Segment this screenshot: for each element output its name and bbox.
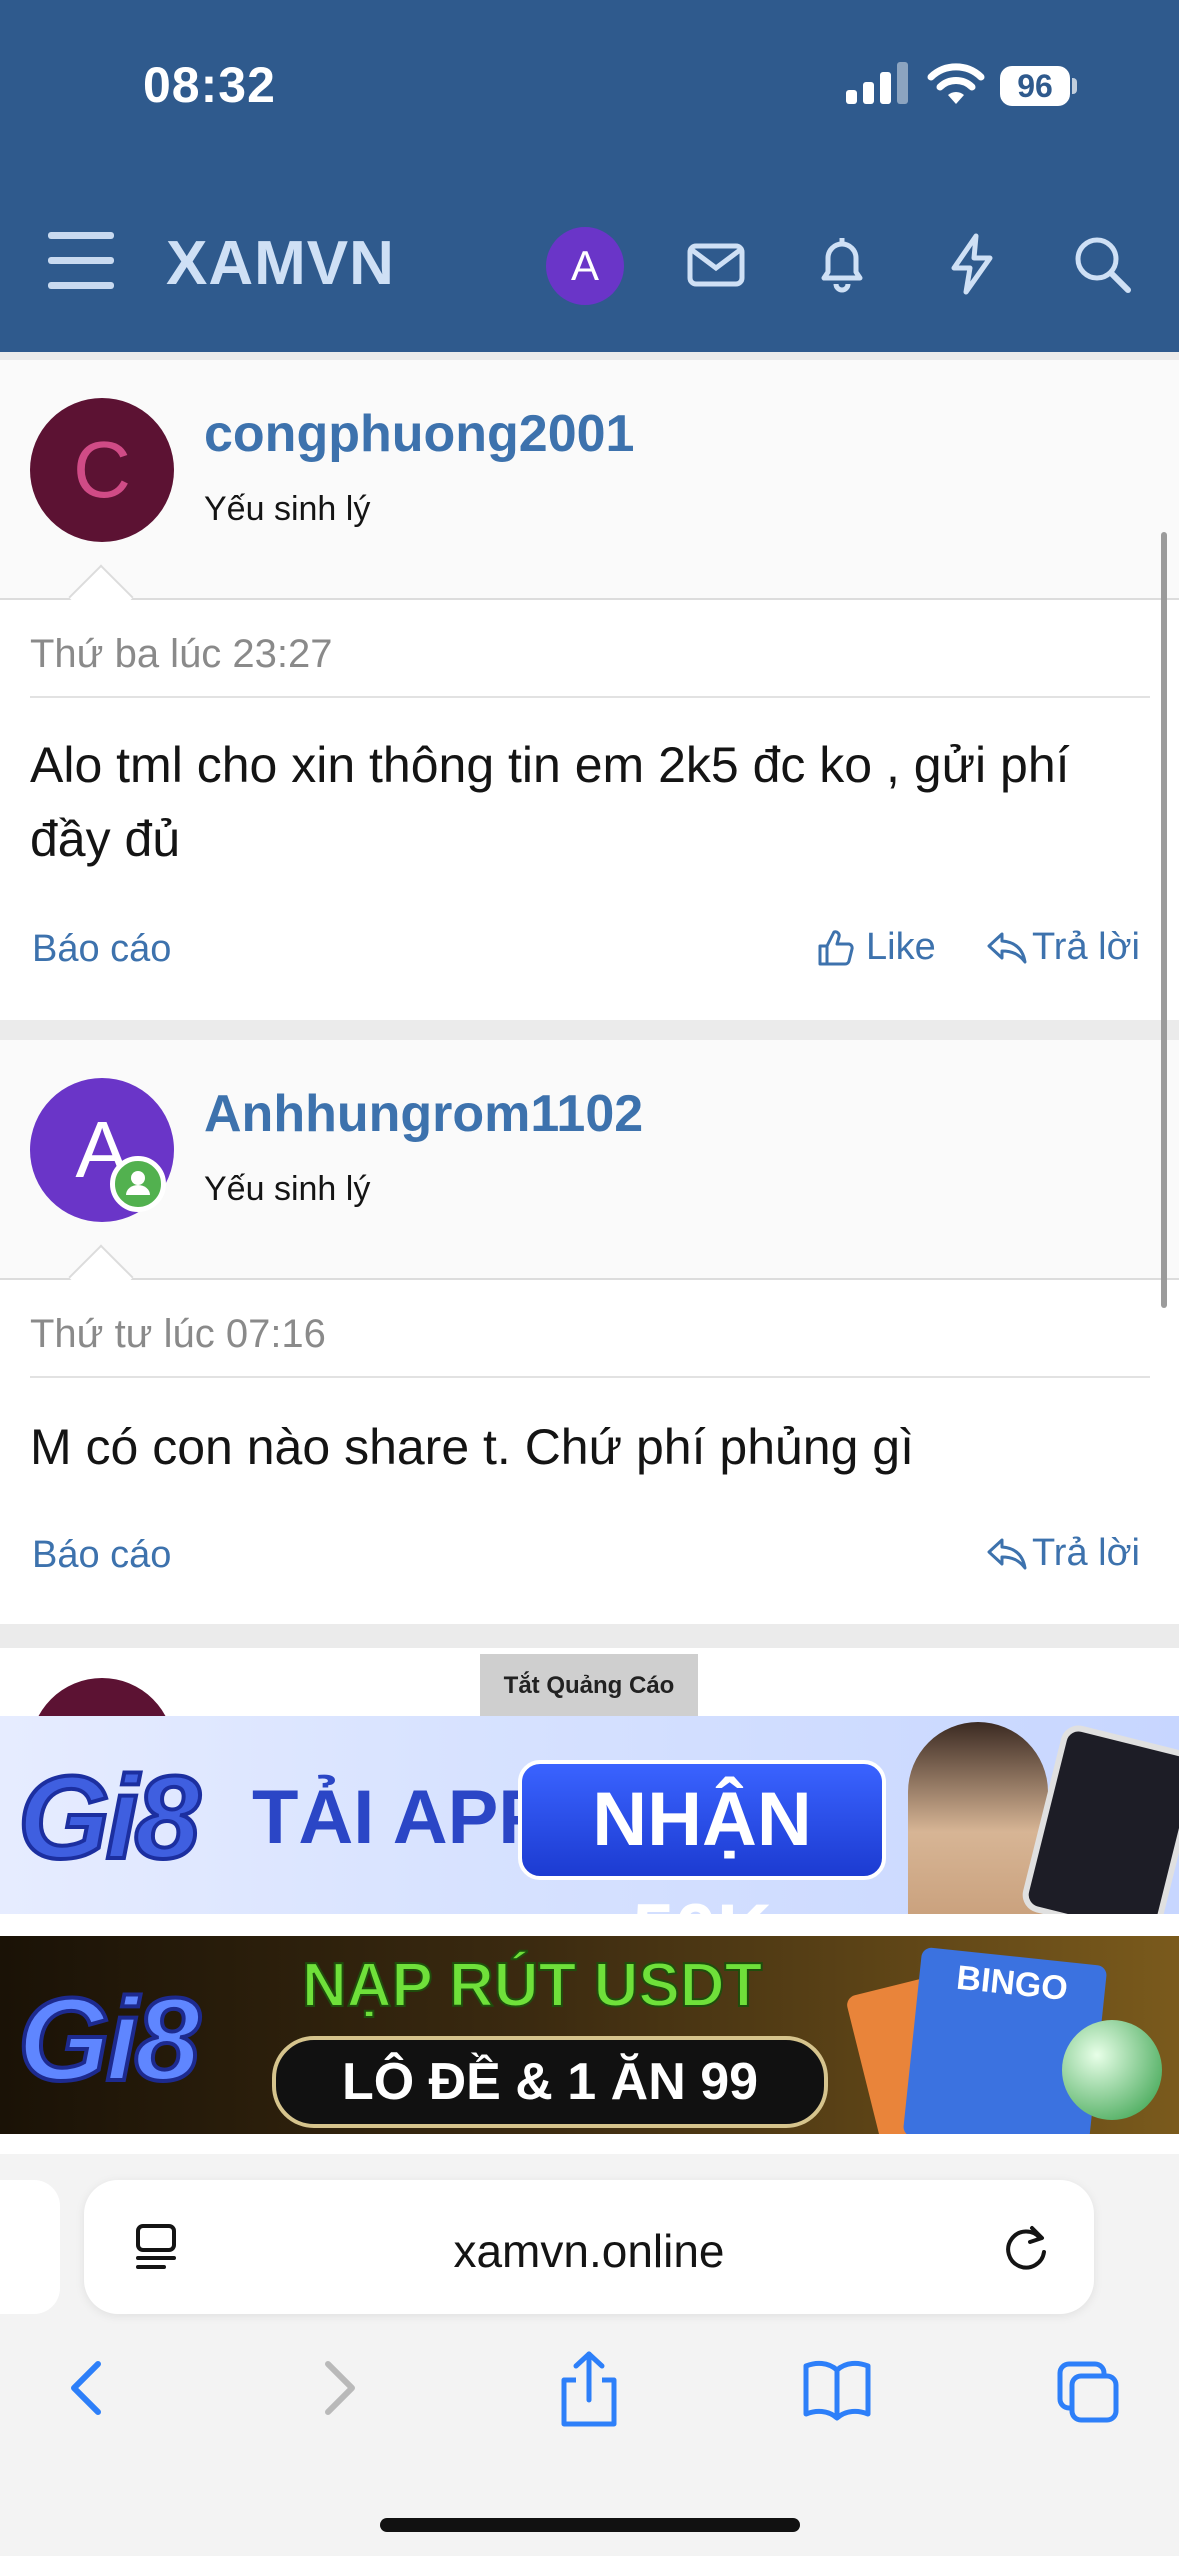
poster-username[interactable]: Anhhungrom1102 xyxy=(204,1084,643,1144)
reply-icon xyxy=(987,932,1027,963)
ad-gap xyxy=(0,1914,1179,1936)
post-userbar: C congphuong2001 Yếu sinh lý xyxy=(0,360,1179,630)
scrollbar[interactable] xyxy=(1161,532,1167,1308)
battery-indicator: 96 xyxy=(1000,66,1070,106)
ad-banner-2[interactable]: Gi8 NẠP RÚT USDT LÔ ĐỀ & 1 ĂN 99 BINGO xyxy=(0,1936,1179,2134)
bookmarks-icon[interactable] xyxy=(802,2348,872,2428)
like-label: Like xyxy=(866,926,936,968)
ad-brand: Gi8 xyxy=(16,1750,202,1886)
user-avatar[interactable]: A xyxy=(546,227,624,305)
reply-label: Trả lời xyxy=(1032,926,1140,968)
ad-brand: Gi8 xyxy=(16,1972,202,2108)
report-link[interactable]: Báo cáo xyxy=(32,928,171,971)
bell-icon[interactable] xyxy=(810,232,874,296)
post-body: Alo tml cho xin thông tin em 2k5 đc ko ,… xyxy=(30,737,1070,867)
reply-button[interactable]: Trả lời xyxy=(986,1532,1140,1575)
ad-ball-image xyxy=(1062,2020,1162,2120)
reply-label: Trả lời xyxy=(1032,1532,1140,1574)
thumbs-up-icon xyxy=(818,929,854,965)
forward-icon[interactable] xyxy=(304,2348,374,2428)
menu-icon[interactable] xyxy=(48,232,114,290)
poster-title: Yếu sinh lý xyxy=(204,1170,371,1208)
cellular-signal-icon xyxy=(846,62,908,104)
post-date[interactable]: Thứ tư lúc 07:16 xyxy=(30,1312,326,1357)
search-icon[interactable] xyxy=(1070,232,1134,296)
like-button[interactable]: Like xyxy=(816,926,936,969)
page-bottom-edge xyxy=(0,2140,1179,2154)
back-icon[interactable] xyxy=(52,2348,122,2428)
post-date[interactable]: Thứ ba lúc 23:27 xyxy=(30,632,333,677)
userbar-arrow xyxy=(68,1244,134,1310)
poster-title: Yếu sinh lý xyxy=(204,490,371,528)
mail-icon[interactable] xyxy=(684,232,748,296)
post-body: M có con nào share t. Chứ phí phủng gì xyxy=(30,1419,915,1475)
tabs-icon[interactable] xyxy=(1054,2348,1124,2428)
status-time: 08:32 xyxy=(143,57,276,113)
ad-text: TẢI APP xyxy=(252,1775,549,1860)
battery-tip xyxy=(1072,78,1077,94)
site-logo[interactable]: XAMVN xyxy=(166,228,395,299)
post-userbar: A Anhhungrom1102 Yếu sinh lý xyxy=(0,1040,1179,1310)
reload-icon[interactable] xyxy=(1000,2222,1052,2274)
home-indicator xyxy=(380,2518,800,2532)
previous-tab-peek[interactable] xyxy=(0,2180,60,2314)
divider xyxy=(30,696,1150,698)
site-header: 08:32 96 XAMVN A xyxy=(0,0,1179,352)
poster-avatar[interactable]: C xyxy=(30,398,174,542)
ad-cta: NHẬN 50K xyxy=(518,1760,886,1914)
divider xyxy=(30,1376,1150,1378)
ad-text: NẠP RÚT USDT xyxy=(301,1950,763,2021)
reply-button[interactable]: Trả lời xyxy=(986,926,1140,969)
report-link[interactable]: Báo cáo xyxy=(32,1534,171,1577)
reply-icon xyxy=(987,1538,1027,1569)
poster-username[interactable]: congphuong2001 xyxy=(204,404,634,464)
online-status-icon xyxy=(110,1156,166,1212)
address-bar[interactable]: xamvn.online xyxy=(84,2180,1094,2314)
wifi-icon xyxy=(927,63,985,104)
ad-banner-1[interactable]: Gi8 TẢI APP NHẬN 50K xyxy=(0,1716,1179,1914)
ad-cta: LÔ ĐỀ & 1 ĂN 99 xyxy=(272,2036,828,2128)
post-1: C congphuong2001 Yếu sinh lý Thứ ba lúc … xyxy=(0,360,1179,1020)
post-2: A Anhhungrom1102 Yếu sinh lý Thứ tư lúc … xyxy=(0,1040,1179,1624)
share-icon[interactable] xyxy=(554,2348,624,2428)
ad-phone-image xyxy=(1018,1721,1179,1914)
userbar-arrow xyxy=(68,564,134,630)
url-text[interactable]: xamvn.online xyxy=(84,2224,1094,2278)
close-ads-button[interactable]: Tắt Quảng Cáo xyxy=(480,1654,698,1716)
lightning-icon[interactable] xyxy=(940,232,1004,296)
